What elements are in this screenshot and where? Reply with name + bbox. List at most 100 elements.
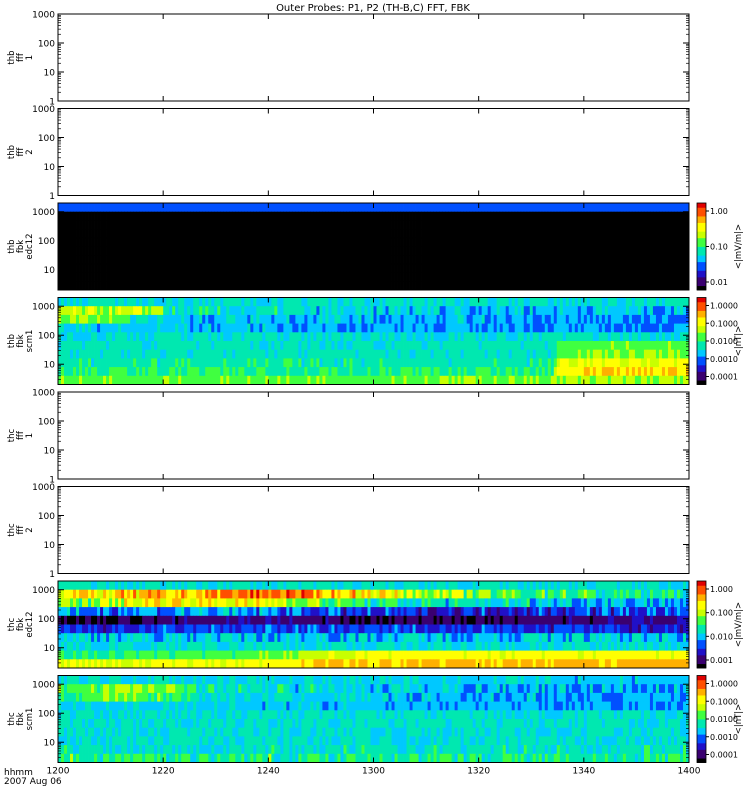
spectrogram-cell — [469, 375, 474, 385]
spectrogram-cell — [88, 211, 92, 221]
spectrogram-cell — [505, 375, 510, 385]
spectrogram-cell — [226, 246, 230, 256]
spectrogram-cell — [658, 332, 663, 342]
spectrogram-cell — [481, 220, 486, 230]
spectrogram-cell — [136, 237, 140, 247]
spectrogram-cell — [109, 358, 113, 368]
spectrogram-cell — [289, 281, 293, 291]
spectrogram-cell — [148, 246, 152, 256]
spectrogram-cell — [247, 229, 251, 239]
spectrogram-cell — [220, 323, 224, 333]
spectrogram-cell — [490, 220, 495, 230]
spectrogram-cell — [604, 306, 609, 316]
spectrogram-cell — [322, 220, 326, 230]
spectrogram-cell — [496, 332, 501, 342]
spectrogram-cell — [385, 220, 389, 230]
spectrogram-cell — [445, 272, 450, 282]
spectrogram-cell — [121, 349, 125, 359]
spectrogram-cell — [442, 314, 447, 324]
spectrogram-cell — [112, 349, 116, 359]
spectrogram-cell — [439, 211, 443, 221]
spectrogram-cell — [250, 375, 254, 385]
spectrogram-cell — [295, 220, 299, 230]
spectrogram-cell — [463, 220, 468, 230]
spectrogram-cell — [484, 281, 489, 291]
spectrogram-cell — [325, 375, 329, 385]
spectrogram-cell — [151, 220, 155, 230]
spectrogram-cell — [85, 358, 89, 368]
spectrogram-cell — [523, 272, 528, 282]
spectrogram-cell — [592, 237, 597, 247]
spectrogram-cell — [436, 306, 440, 316]
spectrogram-cell — [487, 314, 492, 324]
spectrogram-cell — [457, 203, 462, 213]
spectrogram-cell — [304, 203, 308, 213]
spectrogram-cell — [406, 581, 410, 591]
spectrogram-cell — [370, 272, 374, 282]
spectrogram-cell — [280, 306, 284, 316]
spectrogram-cell — [658, 229, 663, 239]
spectrogram-cell — [91, 341, 95, 351]
spectrogram-cell — [214, 332, 218, 342]
spectrogram-cell — [607, 581, 612, 591]
spectrogram-cell — [469, 246, 474, 256]
spectrogram-cell — [85, 246, 89, 256]
spectrogram-cell — [256, 314, 260, 324]
spectrogram-cell — [424, 375, 428, 385]
spectrogram-cell — [352, 306, 356, 316]
spectrogram-cell — [289, 341, 293, 351]
spectrogram-cell — [73, 341, 77, 351]
spectrogram-cell — [364, 323, 368, 333]
spectrogram-cell — [613, 272, 618, 282]
spectrogram-cell — [415, 255, 419, 265]
spectrogram-cell — [262, 281, 266, 291]
spectrogram-cell — [547, 229, 552, 239]
spectrogram-cell — [250, 341, 254, 351]
spectrogram-cell — [619, 246, 624, 256]
spectrogram-cell — [400, 349, 404, 359]
spectrogram-cell — [622, 306, 627, 316]
spectrogram-cell — [193, 341, 197, 351]
spectrogram-cell — [271, 581, 275, 591]
spectrogram-cell — [604, 281, 609, 291]
spectrogram-cell — [109, 314, 113, 324]
spectrogram-cell — [643, 281, 648, 291]
spectrogram-cell — [376, 220, 380, 230]
spectrogram-cell — [277, 314, 281, 324]
spectrogram-cell — [574, 220, 579, 230]
spectrogram-cell — [295, 323, 299, 333]
spectrogram-cell — [142, 237, 146, 247]
spectrogram-cell — [124, 255, 128, 265]
spectrogram-cell — [676, 358, 681, 368]
colorbar-tick-label: 0.10 — [710, 243, 728, 252]
spectrogram-cell — [265, 255, 269, 265]
spectrogram-cell — [439, 306, 443, 316]
spectrogram-cell — [61, 375, 65, 385]
spectrogram-cell — [424, 367, 428, 377]
spectrogram-cell — [658, 358, 663, 368]
spectrogram-cell — [256, 211, 260, 221]
spectrogram-cell — [451, 203, 456, 213]
spectrogram-cell — [493, 272, 498, 282]
spectrogram-cell — [196, 237, 200, 247]
spectrogram-cell — [331, 237, 335, 247]
spectrogram-cell — [301, 367, 305, 377]
spectrogram-cell — [67, 367, 71, 377]
spectrogram-cell — [232, 349, 236, 359]
spectrogram-cell — [217, 229, 221, 239]
spectrogram-cell — [289, 297, 293, 307]
spectrogram-cell — [592, 203, 597, 213]
spectrogram-cell — [601, 220, 606, 230]
spectrogram-cell — [499, 272, 504, 282]
spectrogram-cell — [295, 272, 299, 282]
spectrogram-cell — [541, 297, 546, 307]
spectrogram-cell — [112, 211, 116, 221]
spectrogram-cell — [517, 297, 522, 307]
spectrogram-cell — [394, 255, 398, 265]
spectrogram-cell — [394, 229, 398, 239]
spectrogram-cell — [337, 332, 341, 342]
spectrogram-cell — [283, 349, 287, 359]
spectrogram-cell — [316, 237, 320, 247]
spectrogram-cell — [562, 306, 567, 316]
spectrogram-cell — [223, 203, 227, 213]
